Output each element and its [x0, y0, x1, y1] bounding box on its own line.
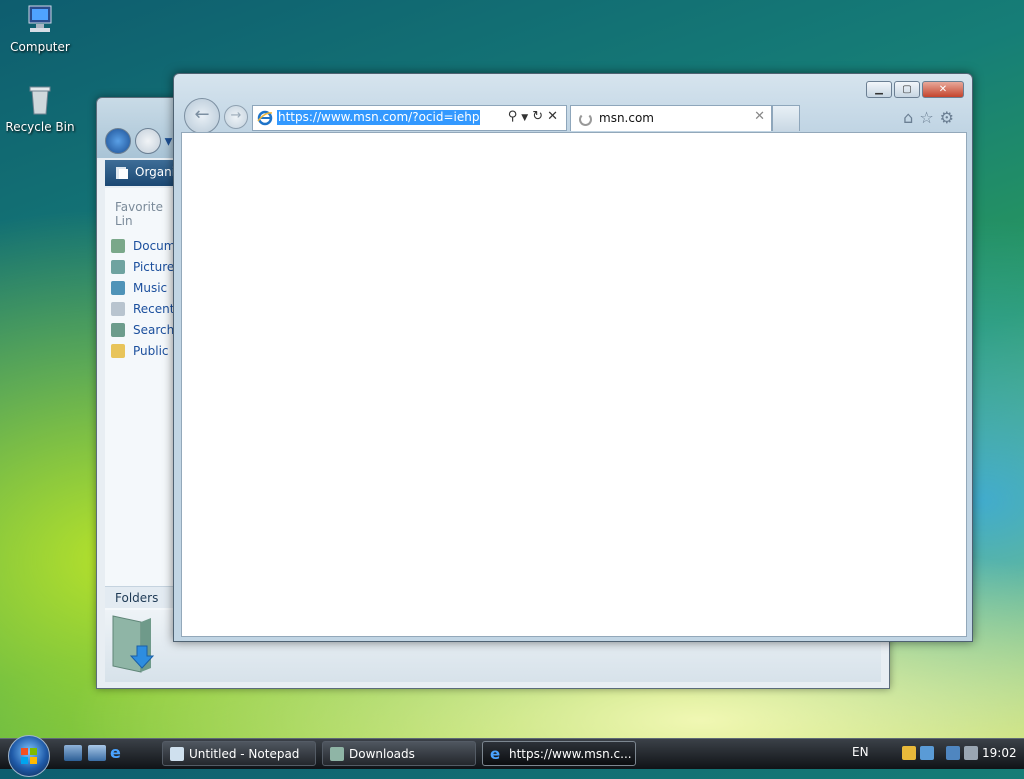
favorite-item-music[interactable]: Music: [105, 278, 175, 299]
address-tools: ⚲▼↻✕: [508, 109, 562, 124]
downloads-folder-icon: [112, 615, 155, 673]
taskbar-button-label: Downloads: [349, 747, 415, 761]
taskbar-button-label: https://www.msn.c...: [509, 747, 632, 761]
maximize-button[interactable]: ▢: [894, 81, 920, 98]
favorite-item-label: Docum: [133, 239, 176, 253]
taskbar-button-downloads[interactable]: Downloads: [322, 741, 476, 766]
favorite-item-label: Public: [133, 344, 169, 358]
searches-icon: [111, 323, 125, 337]
desktop-icon-label: Recycle Bin: [5, 120, 75, 134]
folders-toggle[interactable]: Folders: [105, 586, 175, 608]
tab-msn[interactable]: msn.com ✕: [570, 105, 772, 131]
volume-muted-icon[interactable]: [964, 746, 978, 760]
tab-close-icon[interactable]: ✕: [754, 109, 765, 124]
windows-logo-icon: [21, 748, 37, 764]
ie-toolbar-icons: ⌂☆⚙: [903, 108, 960, 127]
favorites-star-icon[interactable]: ☆: [919, 108, 939, 127]
ie-logo-icon: e: [490, 745, 501, 763]
security-shield-icon[interactable]: [902, 746, 916, 760]
stop-icon[interactable]: ✕: [547, 109, 562, 124]
loading-spinner-icon: [579, 113, 592, 126]
page-content[interactable]: [181, 132, 967, 637]
pictures-icon: [111, 260, 125, 274]
minimize-button[interactable]: ▁: [866, 81, 892, 98]
desktop-icon-computer[interactable]: Computer: [0, 4, 80, 54]
address-input[interactable]: https://www.msn.com/?ocid=iehp: [277, 110, 481, 125]
search-icon[interactable]: ⚲: [508, 109, 522, 124]
tab-title: msn.com: [599, 111, 654, 125]
network-status-icon[interactable]: [946, 746, 960, 760]
notepad-icon: [170, 747, 184, 761]
window-caption-buttons: ▁ ▢ ✕: [864, 81, 964, 98]
music-icon: [111, 281, 125, 295]
organize-icon: [116, 167, 128, 179]
computer-icon: [24, 4, 56, 36]
start-button[interactable]: [8, 735, 50, 777]
favorite-item-public[interactable]: Public: [105, 341, 175, 362]
explorer-nav: ▼: [105, 128, 172, 154]
favorite-item-label: Music: [133, 281, 168, 295]
desktop-icon-recycle-bin[interactable]: Recycle Bin: [0, 84, 80, 134]
back-arrow-icon: ←: [194, 104, 210, 125]
taskbar-button-notepad[interactable]: Untitled - Notepad: [162, 741, 316, 766]
favorite-item-pictures[interactable]: Pictures: [105, 257, 181, 278]
clock[interactable]: 19:02: [982, 746, 1017, 760]
back-button[interactable]: [105, 128, 131, 154]
address-bar[interactable]: https://www.msn.com/?ocid=iehp ⚲▼↻✕: [252, 105, 567, 131]
refresh-icon[interactable]: ↻: [532, 109, 547, 124]
folder-icon: [111, 344, 125, 358]
taskbar-button-ie[interactable]: e https://www.msn.c...: [482, 741, 636, 766]
back-button[interactable]: ←: [184, 98, 220, 134]
recycle-bin-icon: [24, 84, 56, 116]
favorite-item-documents[interactable]: Docum: [105, 236, 175, 257]
network-icon[interactable]: [920, 746, 934, 760]
close-button[interactable]: ✕: [922, 81, 964, 98]
new-tab-button[interactable]: [772, 105, 800, 131]
history-dropdown-icon[interactable]: ▼: [165, 137, 173, 148]
ie-logo-icon: [257, 110, 273, 126]
folder-icon: [330, 747, 344, 761]
dropdown-icon[interactable]: ▼: [521, 113, 532, 123]
forward-arrow-icon: →: [230, 108, 242, 123]
favorite-links-heading: Favorite Lin: [115, 200, 163, 228]
favorite-item-recently-changed[interactable]: Recentl: [105, 299, 178, 320]
switch-windows-icon[interactable]: [88, 745, 106, 761]
documents-icon: [111, 239, 125, 253]
taskbar-button-label: Untitled - Notepad: [189, 747, 300, 761]
language-indicator[interactable]: EN: [852, 745, 869, 759]
favorite-item-searches[interactable]: Searche: [105, 320, 182, 341]
recent-icon: [111, 302, 125, 316]
taskbar: e Untitled - Notepad Downloads e https:/…: [0, 735, 1024, 777]
desktop-icon-label: Computer: [10, 40, 70, 54]
home-icon[interactable]: ⌂: [903, 108, 919, 127]
ie-window[interactable]: ▁ ▢ ✕ ← → https://www.msn.com/?ocid=iehp ⚲…: [173, 73, 973, 642]
gear-icon[interactable]: ⚙: [940, 108, 960, 127]
show-desktop-icon[interactable]: [64, 745, 82, 761]
forward-button[interactable]: →: [224, 105, 248, 129]
ie-quicklaunch-icon[interactable]: e: [110, 745, 128, 761]
forward-button[interactable]: [134, 128, 161, 154]
favorite-item-label: Recentl: [133, 302, 178, 316]
